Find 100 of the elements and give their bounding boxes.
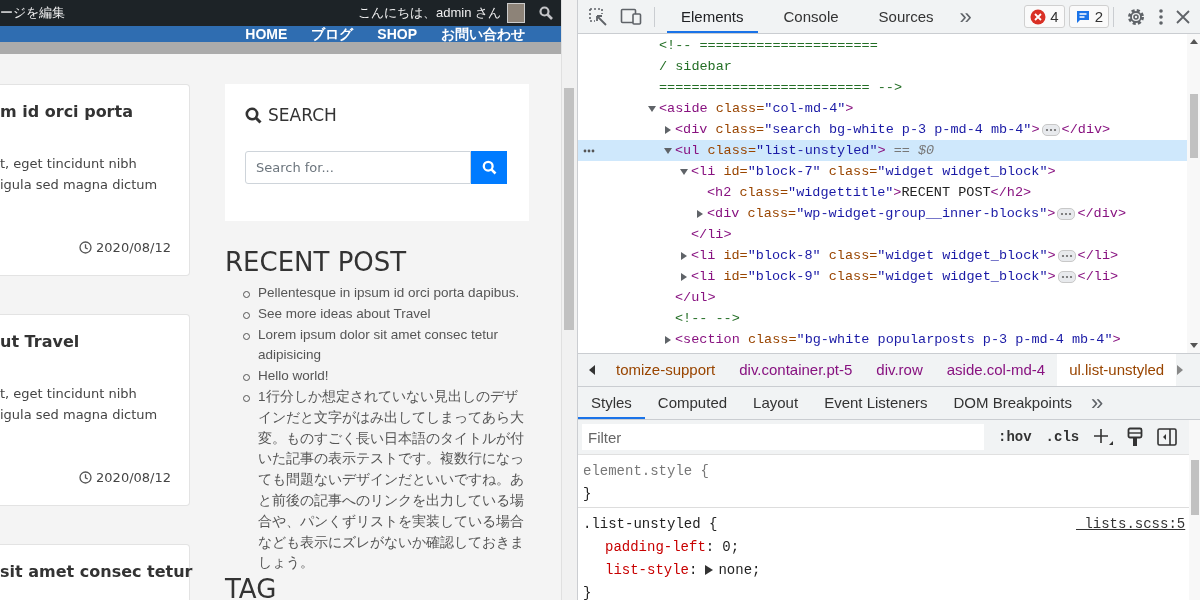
dom-tree-row[interactable]: <div class="search bg-white p-3 p-md-4 mb-4"> </div> (578, 119, 1187, 140)
panel-tab[interactable]: Console (769, 0, 853, 33)
dom-tree-row[interactable]: <li id="block-8" class="widget widget_block"> </li> (578, 245, 1187, 266)
breadcrumb-item[interactable]: aside.col-md-4 (934, 354, 1058, 386)
triangle-down-icon[interactable] (664, 146, 672, 155)
markup-text: <li id="block-8" class="widget widget_block"> (691, 248, 1056, 263)
recent-post-link[interactable]: Lorem ipsum dolor sit amet consec tetur adipisicing (258, 324, 529, 367)
markup-text: <ul class="list-unstyled"> (675, 143, 886, 158)
breadcrumb-item[interactable]: ul.list-unstyled (1057, 354, 1177, 386)
search-button[interactable] (471, 151, 507, 184)
device-toolbar-icon[interactable] (620, 6, 642, 27)
dom-tree-row[interactable]: <ul class="list-unstyled"> == $0 (578, 140, 1187, 161)
css-property: padding-left (605, 538, 706, 555)
breadcrumb-item[interactable]: tomize-support (604, 354, 728, 386)
console-reference: == $0 (893, 143, 935, 158)
nav-link[interactable]: お問い合わせ (441, 26, 526, 42)
post-title[interactable]: m id orci porta (0, 102, 189, 121)
widget-title: SEARCH (268, 105, 337, 125)
triangle-right-icon[interactable] (705, 564, 714, 575)
triangle-right-icon[interactable] (680, 251, 688, 260)
pane-tab[interactable]: DOM Breakpoints (940, 387, 1085, 419)
markup-text: <li id="block-7" class="widget widget_block"> (691, 164, 1056, 179)
widget-title: RECENT POST (225, 247, 408, 277)
markup-text: </div> (1061, 122, 1111, 137)
menu-icon[interactable] (1158, 7, 1164, 26)
more-tabs-button[interactable]: » (1090, 393, 1104, 413)
panel-tab[interactable]: Elements (667, 0, 758, 33)
recent-post-link[interactable]: Pellentesque in ipsum id orci porta dapibus. (258, 283, 529, 304)
triangle-right-icon[interactable] (696, 209, 704, 218)
post-date: 2020/08/12 (96, 240, 171, 255)
scroll-down-icon[interactable] (1189, 343, 1198, 349)
more-tabs-button[interactable]: » (959, 6, 972, 27)
breadcrumb-item[interactable]: div.container.pt-5 (727, 354, 865, 386)
scrollbar-thumb[interactable] (564, 88, 575, 330)
message-count-badge[interactable]: 2 (1068, 5, 1109, 28)
dom-tree-row[interactable]: <div class="wp-widget-group__inner-blocks"> </div> (578, 203, 1187, 224)
inspect-icon[interactable] (588, 6, 608, 27)
ellipsis-icon[interactable] (1057, 270, 1076, 283)
dom-tree-row[interactable]: <aside class="col-md-4"> (578, 98, 1187, 119)
class-toggle[interactable]: .cls (1045, 429, 1080, 445)
scrollbar[interactable] (1187, 34, 1200, 353)
triangle-down-icon[interactable] (648, 104, 656, 113)
html-comment: / sidebar (659, 59, 732, 74)
recent-post-link[interactable]: Hello world! (258, 366, 529, 387)
filter-field[interactable]: Filter (582, 424, 984, 450)
nav-link[interactable]: ブログ (311, 26, 354, 42)
nav-link[interactable]: SHOP (377, 26, 418, 42)
breadcrumb-item[interactable]: div.row (864, 354, 935, 386)
markup-text: <div class="search bg-white p-3 p-md-4 mb-4"> (675, 122, 1040, 137)
scrollbar[interactable] (1189, 420, 1200, 600)
post-excerpt-line: t, eget tincidunt nibh (0, 155, 138, 173)
paint-roller-icon[interactable] (1127, 427, 1144, 447)
markup-text: </li> (691, 227, 732, 242)
error-count-badge[interactable]: 4 (1024, 5, 1065, 28)
plus-icon[interactable] (1093, 428, 1114, 446)
recent-post-link[interactable]: 1行分しか想定されていない見出しのデザインだと文字がはみ出してしまってあら大変。ものすごく長い日本語のタイトルが付いた記事の表示テストです。複数行になっても問題ないデザインだといいですね。あと前後の記事へのリンクを出力している場合や、パンくずリストを実装している場合なども表示にズレがないか確認しておきましょう。 (258, 387, 529, 575)
pane-tab[interactable]: Computed (644, 387, 741, 419)
search-icon (481, 160, 497, 175)
ellipsis-icon[interactable] (1057, 249, 1076, 262)
hover-state-toggle[interactable]: :hov (998, 429, 1032, 445)
greeting-link[interactable]: こんにちは、admin さん (358, 4, 502, 22)
ellipsis-icon[interactable] (1057, 207, 1076, 220)
search-icon[interactable] (539, 6, 554, 20)
more-options-icon[interactable] (583, 149, 595, 153)
sidebar-toggle-icon[interactable] (1157, 428, 1178, 446)
source-link[interactable]: _lists.scss:5 (1076, 515, 1190, 532)
scrollbar[interactable] (561, 0, 577, 600)
scrollbar-thumb[interactable] (1189, 94, 1198, 158)
post-title[interactable]: ut Travel (0, 332, 189, 351)
markup-text: <aside class="col-md-4"> (659, 101, 854, 116)
css-value: 0; (722, 538, 740, 555)
scroll-up-icon[interactable] (1189, 38, 1198, 44)
post-excerpt-line: t, eget tincidunt nibh (0, 385, 138, 403)
scrollbar-thumb[interactable] (1191, 460, 1200, 515)
edit-page-link[interactable]: ージを編集 (0, 4, 65, 22)
markup-text: <h2 class="widgettitle">RECENT POST</h2> (707, 185, 1032, 200)
css-value: none; (718, 561, 761, 578)
pane-tab[interactable]: Layout (740, 387, 812, 419)
html-comment: <!-- --> (675, 311, 740, 326)
markup-text: </li> (1077, 248, 1119, 263)
settings-icon[interactable] (1126, 6, 1146, 27)
panel-tab[interactable]: Sources (864, 0, 948, 33)
dom-tree-row[interactable]: <section class="bg-white popularposts p-3 p-md-4 mb-4"> (578, 329, 1187, 350)
closing-brace: } (583, 584, 592, 600)
avatar-placeholder[interactable] (507, 3, 526, 23)
pane-tab[interactable]: Event Listeners (811, 387, 941, 419)
search-field[interactable]: Search for... (245, 151, 471, 184)
css-selector: element.style { (583, 462, 710, 479)
triangle-down-icon[interactable] (680, 167, 688, 176)
nav-link[interactable]: HOME (245, 26, 288, 42)
triangle-right-icon[interactable] (664, 125, 672, 134)
triangle-right-icon[interactable] (680, 272, 688, 281)
close-icon[interactable] (1176, 9, 1190, 24)
triangle-right-icon[interactable] (664, 335, 672, 344)
dom-tree-row[interactable]: <li id="block-7" class="widget widget_block"> (578, 161, 1187, 182)
ellipsis-icon[interactable] (1041, 123, 1060, 136)
recent-post-link[interactable]: See more ideas about Travel (258, 303, 529, 325)
markup-text: <div class="wp-widget-group__inner-blocks"> (707, 206, 1056, 221)
dom-tree-row[interactable]: <li id="block-9" class="widget widget_block"> </li> (578, 266, 1187, 287)
scroll-left-icon[interactable] (588, 365, 596, 375)
